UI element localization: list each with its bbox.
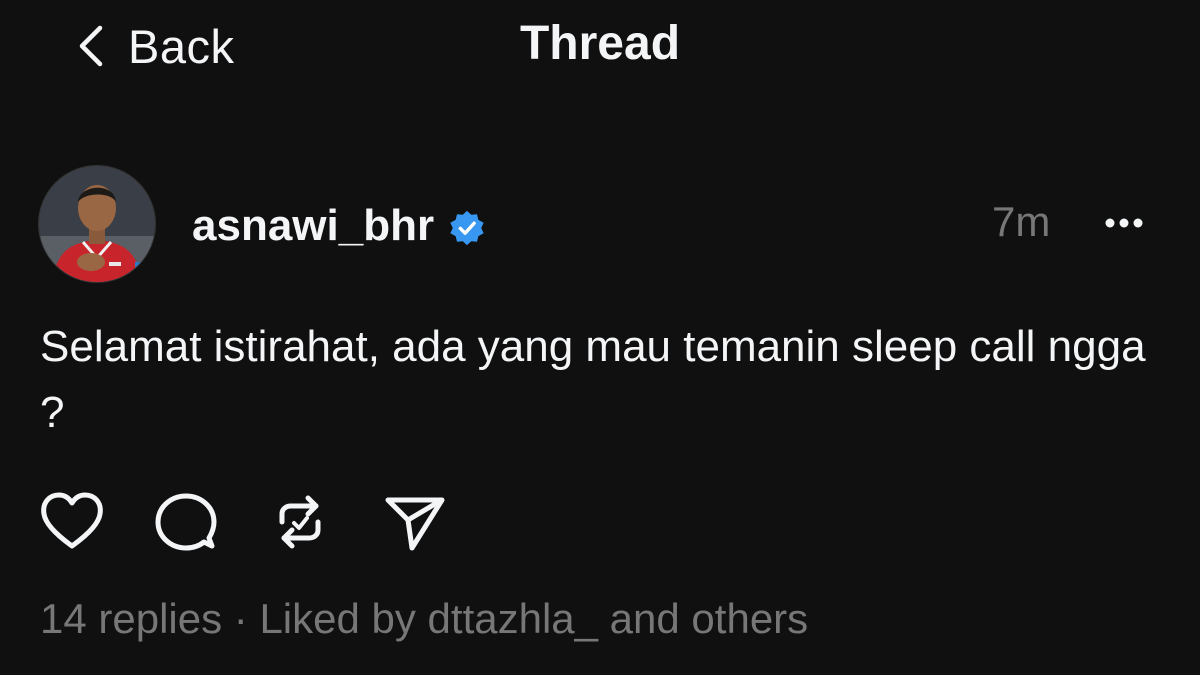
more-horizontal-icon[interactable] bbox=[1100, 205, 1156, 241]
share-button[interactable] bbox=[380, 488, 448, 556]
verified-badge-icon bbox=[450, 210, 484, 246]
repost-button[interactable] bbox=[266, 488, 334, 556]
thread-page: Back Thread asnawi_bhr 7m Selamat istira… bbox=[0, 0, 1200, 675]
username[interactable]: asnawi_bhr bbox=[192, 201, 434, 251]
username-row: asnawi_bhr bbox=[192, 196, 486, 256]
avatar[interactable] bbox=[38, 165, 156, 283]
comment-bubble-icon bbox=[155, 493, 217, 551]
send-icon bbox=[385, 497, 445, 551]
like-button[interactable] bbox=[38, 488, 106, 556]
page-title: Thread bbox=[519, 17, 681, 70]
post-stats: 14 replies · Liked by dttazhla_ and othe… bbox=[40, 595, 808, 643]
liked-by-text[interactable]: Liked by dttazhla_ and others bbox=[259, 595, 808, 642]
avatar-image bbox=[39, 166, 155, 282]
reply-button[interactable] bbox=[152, 488, 220, 556]
post-text: Selamat istirahat, ada yang mau temanin … bbox=[40, 322, 1146, 437]
heart-icon bbox=[41, 492, 103, 549]
action-bar bbox=[38, 488, 494, 556]
replies-count[interactable]: 14 replies bbox=[40, 595, 222, 642]
stats-separator: · bbox=[233, 595, 248, 642]
post-timestamp: 7m bbox=[992, 198, 1051, 245]
repost-icon bbox=[279, 495, 321, 549]
